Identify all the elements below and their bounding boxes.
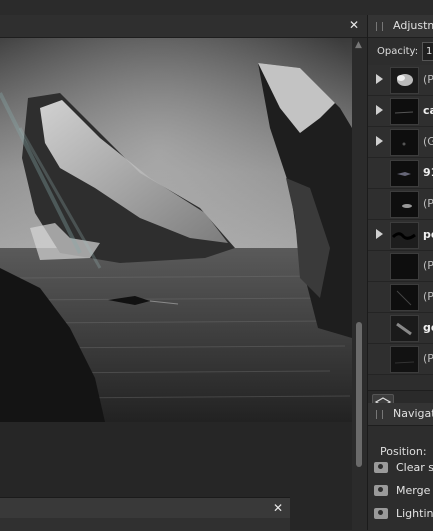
scrollbar-thumb[interactable] xyxy=(356,322,362,467)
camera-icon xyxy=(374,485,388,496)
layer-thumbnail xyxy=(390,315,419,342)
expand-layer-icon[interactable] xyxy=(376,136,383,146)
layer-name: pe xyxy=(423,228,433,241)
layer-name: ca xyxy=(423,104,433,117)
layer-name: go xyxy=(423,321,433,334)
layer-row[interactable]: ca xyxy=(368,96,433,127)
opacity-row: Opacity: 10 xyxy=(368,38,433,64)
adjustments-title: Adjustm xyxy=(393,19,433,32)
layer-thumbnail xyxy=(390,129,419,156)
expand-layer-icon[interactable] xyxy=(376,74,383,84)
layer-thumbnail xyxy=(390,253,419,280)
navigator-title: Navigato xyxy=(393,407,433,420)
layer-name: (P xyxy=(423,73,433,86)
layer-name: 91 xyxy=(423,166,433,179)
camera-icon xyxy=(374,508,388,519)
close-document-icon[interactable]: ✕ xyxy=(349,18,359,32)
layer-thumbnail xyxy=(390,222,419,249)
layer-row[interactable]: (G xyxy=(368,127,433,158)
layer-name: (G xyxy=(423,135,433,148)
layer-name: (P xyxy=(423,197,433,210)
layer-row[interactable]: (P xyxy=(368,251,433,282)
layer-thumbnail xyxy=(390,160,419,187)
layer-name: (P xyxy=(423,290,433,303)
layer-thumbnail xyxy=(390,284,419,311)
layer-thumbnail xyxy=(390,346,419,373)
expand-layer-icon[interactable] xyxy=(376,105,383,115)
layer-thumbnail xyxy=(390,191,419,218)
studio-panel: Adjustm Opacity: 10 (P ca (G 91 xyxy=(367,15,433,530)
navigator-panel-header[interactable]: Navigato xyxy=(368,403,433,426)
layer-row[interactable]: (P xyxy=(368,189,433,220)
artwork-image xyxy=(0,38,352,422)
layer-row[interactable]: go xyxy=(368,313,433,344)
camera-icon xyxy=(374,462,388,473)
layer-row[interactable]: 91 xyxy=(368,158,433,189)
bottom-panel-header: ✕ xyxy=(0,498,290,518)
layer-row[interactable]: (P xyxy=(368,344,433,375)
expand-layer-icon[interactable] xyxy=(376,229,383,239)
layer-thumbnail xyxy=(390,98,419,125)
layer-row[interactable]: pe xyxy=(368,220,433,251)
history-item[interactable]: Merge xyxy=(368,480,433,502)
layer-thumbnail xyxy=(390,67,419,94)
history-item[interactable]: Clear se xyxy=(368,457,433,479)
bottom-floating-panel: ✕ xyxy=(0,497,290,531)
opacity-label: Opacity: xyxy=(377,46,419,57)
close-panel-icon[interactable]: ✕ xyxy=(273,501,283,515)
opacity-input[interactable]: 10 xyxy=(422,42,433,61)
scroll-up-icon[interactable]: ▲ xyxy=(355,40,362,50)
canvas-vertical-scrollbar[interactable]: ▲ xyxy=(352,38,366,478)
layer-row[interactable]: (P xyxy=(368,65,433,96)
canvas[interactable] xyxy=(0,38,352,422)
layer-row[interactable]: (P xyxy=(368,282,433,313)
history-label: Clear se xyxy=(396,461,433,474)
document-tab-bar: ✕ xyxy=(0,15,367,38)
adjustments-panel-header[interactable]: Adjustm xyxy=(368,15,433,38)
history-item[interactable]: Lighting xyxy=(368,503,433,525)
panel-grip-icon[interactable] xyxy=(376,22,383,31)
history-label: Merge xyxy=(396,484,431,497)
panel-grip-icon[interactable] xyxy=(376,410,383,419)
history-label: Lighting xyxy=(396,507,433,520)
layer-name: (P xyxy=(423,352,433,365)
layer-name: (P xyxy=(423,259,433,272)
